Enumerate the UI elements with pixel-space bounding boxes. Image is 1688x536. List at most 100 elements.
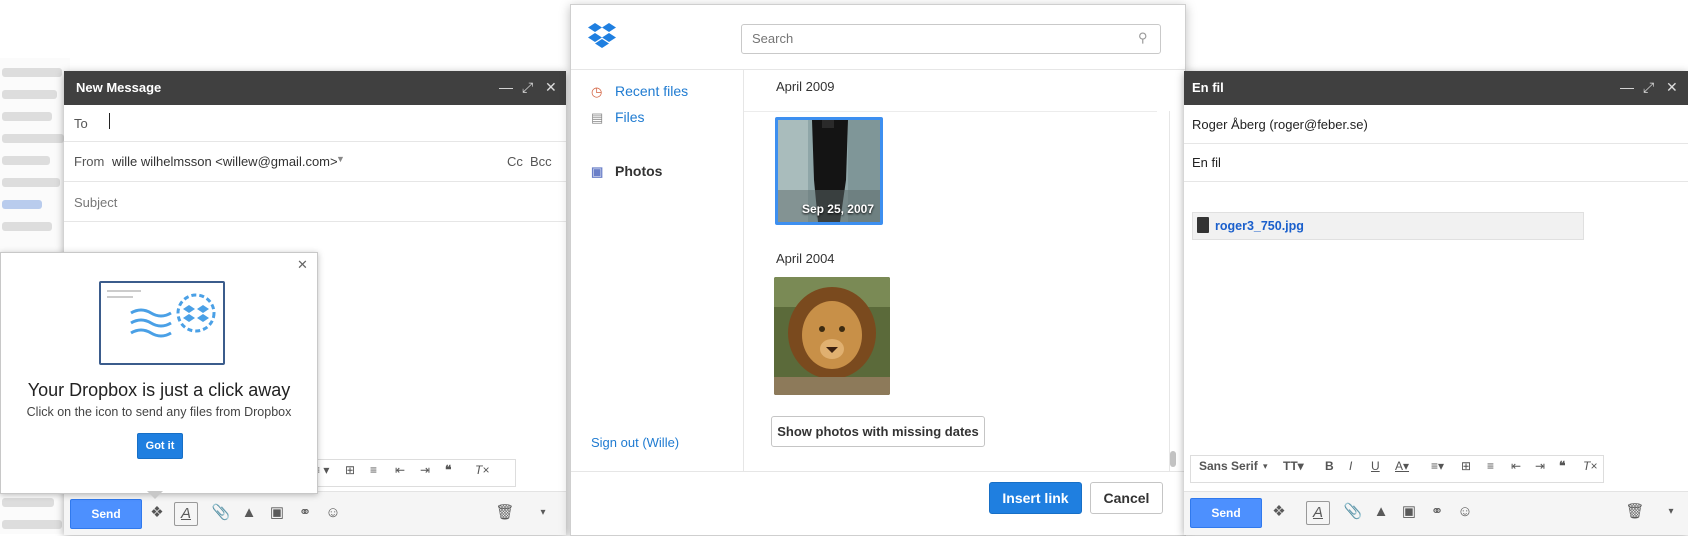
formatting-toolbar-right: Sans Serif ▾ TT▾ B I U A▾ ≡▾ ⊞ ≡ ⇤ ⇥ ❝ T…	[1190, 455, 1604, 483]
photo-thumbnail-selected[interactable]: Sep 25, 2007	[775, 117, 883, 225]
indent-less-icon[interactable]: ⇤	[1511, 456, 1521, 476]
recipient-value: Roger Åberg (roger@feber.se)	[1192, 117, 1368, 132]
indent-more-icon[interactable]: ⇥	[1535, 456, 1545, 476]
insert-photo-icon[interactable]: ▣	[1398, 501, 1420, 523]
drive-icon[interactable]: ▲	[1370, 501, 1392, 523]
search-input[interactable]	[750, 30, 1124, 47]
subject-value: En fil	[1192, 155, 1221, 170]
dropbox-icon[interactable]: ❖	[146, 502, 168, 524]
envelope-illustration	[99, 281, 225, 365]
nav-files[interactable]: ▤ Files	[591, 109, 645, 126]
clock-icon: ◷	[591, 84, 603, 99]
attachment-chip[interactable]: roger3_750.jpg	[1192, 212, 1584, 240]
close-icon[interactable]: ✕	[545, 79, 557, 96]
chooser-sidebar-divider	[743, 69, 744, 471]
format-text-icon[interactable]: A	[174, 502, 198, 526]
numbered-list-icon[interactable]: ⊞	[1461, 456, 1471, 476]
underline-icon[interactable]: U	[1371, 456, 1380, 476]
insert-link-button[interactable]: Insert link	[989, 482, 1082, 514]
dropbox-logo-icon	[587, 21, 617, 51]
formatting-toolbar: ≡ ▾ ⊞ ≡ ⇤ ⇥ ❝ T×	[304, 459, 516, 487]
compose-title: New Message	[76, 80, 162, 95]
show-missing-dates-button[interactable]: Show photos with missing dates	[771, 416, 985, 447]
dropbox-chooser: ⚲ ◷ Recent files ▤ Files ▣ Photos Sign out …	[570, 4, 1186, 536]
font-dropdown-icon[interactable]: ▾	[1263, 456, 1268, 476]
subject-row[interactable]: Subject	[64, 181, 566, 222]
en-fil-compose: En fil — ⤢ ✕ Roger Åberg (roger@feber.se…	[1184, 71, 1688, 535]
popup-pointer	[147, 491, 163, 499]
expand-icon[interactable]: ⤢	[522, 79, 533, 96]
insert-link-icon[interactable]: ⚭	[294, 502, 316, 524]
minimize-icon[interactable]: —	[1620, 79, 1634, 95]
insert-photo-icon[interactable]: ▣	[266, 502, 288, 524]
emoji-icon[interactable]: ☺	[1454, 501, 1476, 523]
align-icon[interactable]: ≡▾	[1431, 456, 1444, 476]
image-file-icon	[1197, 217, 1209, 233]
photo-date-caption: Sep 25, 2007	[801, 202, 874, 216]
quote-icon[interactable]: ❝	[445, 460, 451, 480]
from-value[interactable]: wille wilhelmsson <willew@gmail.com>	[112, 154, 338, 169]
more-options-icon[interactable]: ▾	[532, 502, 554, 524]
search-box[interactable]: ⚲	[741, 24, 1161, 54]
subject-row-right[interactable]: En fil	[1184, 143, 1688, 182]
close-icon[interactable]: ✕	[1666, 79, 1678, 96]
chooser-footer-divider	[571, 471, 1185, 472]
dropbox-icon[interactable]: ❖	[1268, 501, 1290, 523]
send-button-right[interactable]: Send	[1190, 498, 1262, 528]
bcc-link[interactable]: Bcc	[530, 154, 552, 169]
subject-placeholder: Subject	[74, 195, 118, 210]
indent-more-icon[interactable]: ⇥	[420, 460, 430, 480]
nav-photos[interactable]: ▣ Photos	[591, 163, 662, 180]
from-row: From wille wilhelmsson <willew@gmail.com…	[64, 141, 566, 182]
trash-icon[interactable]: 🗑	[494, 502, 516, 524]
text-cursor	[109, 113, 110, 129]
attach-icon[interactable]: 📎	[210, 502, 232, 524]
font-family-dropdown[interactable]: Sans Serif	[1199, 456, 1258, 476]
trash-icon[interactable]: 🗑	[1624, 501, 1646, 523]
format-text-icon[interactable]: A	[1306, 501, 1330, 525]
emoji-icon[interactable]: ☺	[322, 502, 344, 524]
from-dropdown-icon[interactable]: ▼	[336, 154, 345, 164]
chooser-header-divider	[571, 69, 1185, 70]
minimize-icon[interactable]: —	[499, 79, 513, 95]
expand-icon[interactable]: ⤢	[1643, 79, 1654, 96]
attach-icon[interactable]: 📎	[1342, 501, 1364, 523]
scrollbar-thumb[interactable]	[1170, 451, 1176, 467]
compose-title-right: En fil	[1192, 80, 1224, 95]
more-options-icon[interactable]: ▾	[1660, 501, 1682, 523]
popup-close-icon[interactable]: ✕	[297, 257, 308, 273]
popup-headline: Your Dropbox is just a click away	[27, 380, 291, 400]
cc-link[interactable]: Cc	[507, 154, 523, 169]
compose-titlebar-right: En fil — ⤢ ✕	[1184, 71, 1688, 105]
indent-less-icon[interactable]: ⇤	[395, 460, 405, 480]
font-size-icon[interactable]: TT▾	[1283, 456, 1304, 476]
bulleted-list-icon[interactable]: ≡	[370, 460, 377, 480]
nav-recent-files[interactable]: ◷ Recent files	[591, 83, 688, 100]
search-icon[interactable]: ⚲	[1138, 30, 1148, 46]
bold-icon[interactable]: B	[1325, 456, 1334, 476]
bulleted-list-icon[interactable]: ≡	[1487, 456, 1494, 476]
send-button[interactable]: Send	[70, 499, 142, 529]
group-heading-2009: April 2009	[776, 79, 835, 94]
cancel-button[interactable]: Cancel	[1090, 482, 1163, 514]
to-label: To	[74, 116, 88, 131]
insert-link-icon[interactable]: ⚭	[1426, 501, 1448, 523]
text-color-icon[interactable]: A▾	[1395, 456, 1409, 476]
clear-format-icon[interactable]: T×	[475, 460, 489, 480]
scrollbar-track	[1169, 111, 1170, 471]
photos-icon: ▣	[591, 164, 604, 179]
file-icon: ▤	[591, 110, 604, 125]
italic-icon[interactable]: I	[1349, 456, 1352, 476]
sign-out-link[interactable]: Sign out (Wille)	[591, 435, 679, 450]
to-row[interactable]: To	[64, 105, 566, 142]
popup-body: Click on the icon to send any files from…	[26, 405, 292, 419]
numbered-list-icon[interactable]: ⊞	[345, 460, 355, 480]
quote-icon[interactable]: ❝	[1559, 456, 1565, 476]
clear-format-icon[interactable]: T×	[1583, 456, 1597, 476]
recipient-row[interactable]: Roger Åberg (roger@feber.se)	[1184, 105, 1688, 144]
compose-bottom-bar: Send ❖ A 📎 ▲ ▣ ⚭ ☺ 🗑 ▾	[64, 491, 566, 535]
nav-files-label: Files	[615, 109, 645, 125]
drive-icon[interactable]: ▲	[238, 502, 260, 524]
photo-thumbnail-lion[interactable]	[774, 277, 890, 395]
got-it-button[interactable]: Got it	[137, 433, 183, 459]
